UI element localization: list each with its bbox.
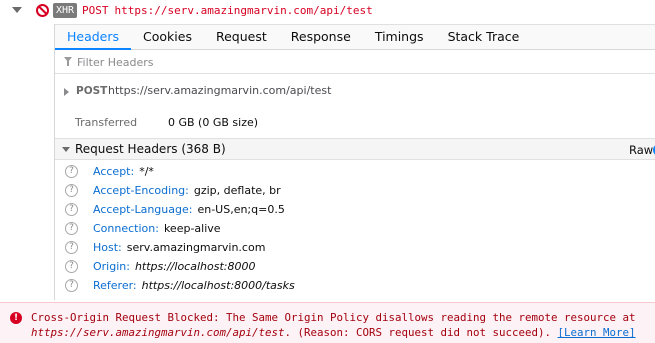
header-row: ? Origin: https://localhost:8000 (55, 258, 655, 277)
help-icon[interactable]: ? (65, 260, 78, 273)
filter-bar (55, 50, 655, 74)
header-name-text: Accept: (93, 165, 135, 178)
filter-icon (64, 57, 72, 66)
header-name: Host: serv.amazingmarvin.com (93, 241, 265, 254)
request-url: https://serv.amazingmarvin.com/api/test (114, 4, 373, 17)
xhr-badge: XHR (53, 3, 78, 18)
console-error-text: Cross-Origin Request Blocked: The Same O… (31, 310, 653, 340)
header-value: https://localhost:8000 (134, 260, 256, 273)
request-details-panel: Headers Cookies Request Response Timings… (54, 24, 655, 300)
header-name: Accept-Language: en-US,en;q=0.5 (93, 203, 285, 216)
console-error-reason: . (Reason: CORS request did not succeed)… (284, 326, 552, 339)
header-row: ? Connection: keep-alive (55, 220, 655, 239)
console-error-line2: https://serv.amazingmarvin.com/api/test.… (31, 325, 653, 340)
tab-timings[interactable]: Timings (363, 25, 436, 50)
tab-headers[interactable]: Headers (55, 25, 132, 50)
summary-url: https://serv.amazingmarvin.com/api/test (108, 84, 332, 97)
header-value: serv.amazingmarvin.com (126, 241, 266, 254)
request-row[interactable]: XHR POST https://serv.amazingmarvin.com/a… (0, 0, 655, 22)
header-row: ? Host: serv.amazingmarvin.com (55, 239, 655, 258)
header-name-text: Accept-Encoding: (93, 184, 189, 197)
request-headers-section-header[interactable]: Request Headers (368 B) Raw (55, 138, 655, 160)
blocked-icon (36, 4, 49, 17)
console-error-url[interactable]: https://serv.amazingmarvin.com/api/test (31, 326, 285, 339)
header-name: Referer: https://localhost:8000/tasks (93, 279, 295, 292)
header-value: */* (139, 165, 154, 178)
learn-more-link[interactable]: [Learn More] (558, 326, 636, 339)
tab-cookies[interactable]: Cookies (131, 25, 204, 50)
help-icon[interactable]: ? (65, 222, 78, 235)
header-value: en-US,en;q=0.5 (197, 203, 285, 216)
help-icon[interactable]: ? (65, 184, 78, 197)
error-icon: ! (10, 312, 22, 324)
header-row: ? Accept: */* (55, 163, 655, 182)
header-name-text: Accept-Language: (93, 203, 193, 216)
transferred-label: Transferred (75, 116, 138, 129)
twisty-right-icon[interactable] (64, 88, 69, 96)
summary-method: POST (76, 85, 108, 97)
help-icon[interactable]: ? (65, 241, 78, 254)
details-tabbar: Headers Cookies Request Response Timings… (55, 24, 655, 50)
tab-request[interactable]: Request (204, 25, 279, 50)
header-name-text: Referer: (93, 279, 137, 292)
request-method: POST (82, 4, 109, 17)
request-summary: POST https://serv.amazingmarvin.com/api/t… (82, 3, 373, 19)
header-name-text: Connection: (93, 222, 159, 235)
header-name: Connection: keep-alive (93, 222, 221, 235)
raw-toggle-label: Raw (629, 143, 654, 157)
header-name: Origin: https://localhost:8000 (93, 260, 255, 273)
request-summary-row[interactable]: POST https://serv.amazingmarvin.com/api/… (55, 80, 655, 104)
console-error-message: ! Cross-Origin Request Blocked: The Same… (0, 302, 655, 343)
transferred-value: 0 GB (0 GB size) (168, 116, 259, 129)
help-icon[interactable]: ? (65, 203, 78, 216)
header-name: Accept: */* (93, 165, 154, 178)
header-name-text: Host: (93, 241, 122, 254)
console-error-line1: Cross-Origin Request Blocked: The Same O… (31, 311, 636, 324)
header-row: ? Referer: https://localhost:8000/tasks (55, 277, 655, 296)
header-row: ? Accept-Encoding: gzip, deflate, br (55, 182, 655, 201)
request-headers-title: Request Headers (368 B) (75, 142, 226, 156)
transferred-row: Transferred 0 GB (0 GB size) (55, 113, 655, 133)
filter-headers-input[interactable] (77, 54, 637, 70)
header-name-text: Origin: (93, 260, 130, 273)
tab-stack-trace[interactable]: Stack Trace (436, 25, 532, 50)
header-name: Accept-Encoding: gzip, deflate, br (93, 184, 281, 197)
tab-response[interactable]: Response (279, 25, 363, 50)
header-value: keep-alive (163, 222, 221, 235)
twisty-down-icon[interactable] (12, 7, 22, 13)
header-row: ? Accept-Language: en-US,en;q=0.5 (55, 201, 655, 220)
help-icon[interactable]: ? (65, 165, 78, 178)
header-value: https://localhost:8000/tasks (141, 279, 295, 292)
twisty-down-icon[interactable] (62, 147, 70, 152)
header-value: gzip, deflate, br (193, 184, 281, 197)
help-icon[interactable]: ? (65, 279, 78, 292)
